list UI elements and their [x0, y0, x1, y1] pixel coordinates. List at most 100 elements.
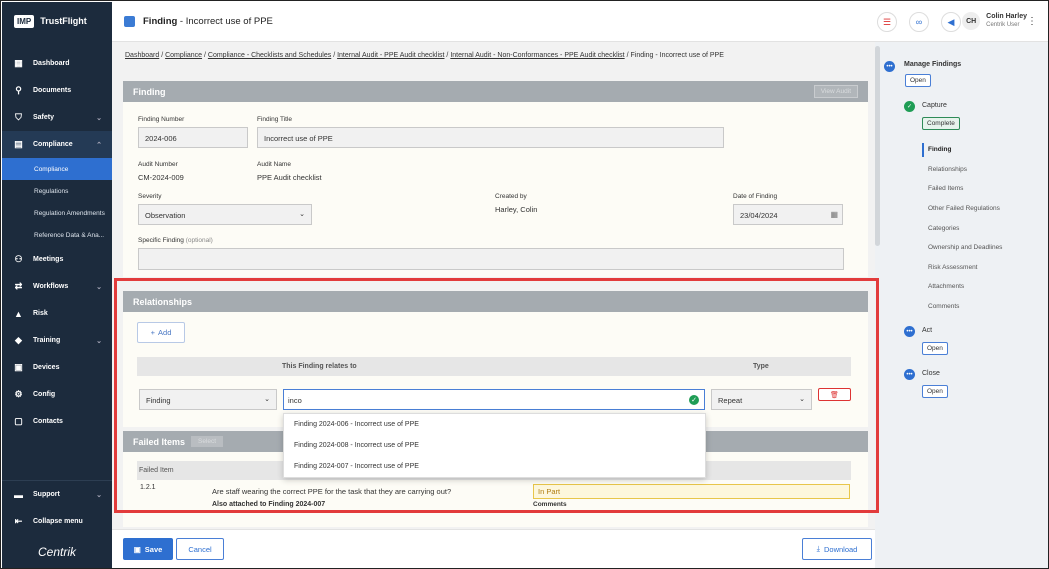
nav-item-dashboard[interactable]: ▦ Dashboard [2, 50, 112, 77]
dropdown-option[interactable]: Finding 2024-007 - Incorrect use of PPE [284, 456, 705, 477]
user-menu[interactable]: CH Colin Harley Centrik User [962, 12, 1027, 30]
select-button[interactable]: Select [191, 436, 224, 447]
nav-item-safety[interactable]: ⛉ Safety ⌄ [2, 104, 112, 131]
save-button[interactable]: ▣ Save [123, 538, 173, 560]
more-vertical-icon[interactable]: ⋮ [1027, 16, 1037, 27]
finding-card: Finding View Audit Finding Number 2024-00… [123, 81, 868, 277]
finding-title-field[interactable]: Incorrect use of PPE [257, 127, 724, 148]
card-title: Relationships [133, 296, 193, 307]
support-icon: ▬ [14, 489, 23, 500]
save-label: Save [144, 544, 163, 554]
breadcrumb-nonconformances[interactable]: Internal Audit - Non-Conformances - PPE … [450, 52, 624, 59]
step-failed-items[interactable]: Failed Items [928, 185, 963, 192]
chevron-up-icon: ⌃ [96, 141, 102, 149]
list-icon[interactable]: ☰ [877, 12, 897, 32]
check-circle-icon: ✓ [689, 395, 699, 405]
step-attachments[interactable]: Attachments [928, 283, 964, 290]
breadcrumb-checklists[interactable]: Compliance - Checklists and Schedules [208, 52, 331, 59]
breadcrumb-audit[interactable]: Internal Audit - PPE Audit checklist [337, 52, 444, 59]
sub-item-reference-data[interactable]: Reference Data & Ana... [2, 224, 112, 246]
download-button[interactable]: ⤓ Download [802, 538, 872, 560]
relationships-header: Relationships [123, 291, 868, 312]
sub-item-regulations[interactable]: Regulations [2, 180, 112, 202]
nav-label: Collapse menu [33, 518, 83, 525]
page-title: Finding - Incorrect use of PPE [143, 16, 273, 27]
collapse-menu-button[interactable]: ⇤ Collapse menu [2, 508, 112, 535]
created-by-label: Created by [495, 193, 527, 200]
nav-item-meetings[interactable]: ⚇ Meetings [2, 246, 112, 273]
paperclip-icon: ⚲ [15, 85, 22, 95]
audit-number-label: Audit Number [138, 161, 178, 168]
user-name: Colin Harley [986, 13, 1027, 20]
megaphone-icon[interactable]: ◀ [941, 12, 961, 32]
breadcrumb-compliance[interactable]: Compliance [165, 52, 202, 59]
user-role: Centrik User [986, 22, 1020, 28]
chevron-down-icon: ⌄ [299, 211, 305, 218]
view-audit-button[interactable]: View Audit [813, 85, 858, 98]
sub-item-regulation-amendments[interactable]: Regulation Amendments [2, 202, 112, 224]
step-finding[interactable]: Finding [928, 146, 951, 153]
calendar-icon[interactable]: ▦ [830, 210, 838, 219]
nav-item-compliance[interactable]: ▤ Compliance ⌃ [2, 131, 112, 158]
manage-status-chip[interactable]: Open [905, 74, 931, 87]
brand[interactable]: IMP TrustFlight [2, 2, 112, 40]
chevron-down-icon: ⌄ [96, 283, 102, 291]
step-ownership-deadlines[interactable]: Ownership and Deadlines [928, 244, 1002, 251]
capture-status-chip[interactable]: Complete [922, 117, 960, 130]
link-icon[interactable]: ∞ [909, 12, 929, 32]
step-comments[interactable]: Comments [928, 303, 959, 310]
severity-select[interactable]: Observation ⌄ [138, 204, 312, 225]
finding-card-header: Finding View Audit [123, 81, 868, 102]
date-value: 23/04/2024 [740, 211, 778, 220]
col-relates-to: This Finding relates to [282, 363, 357, 370]
nav-item-risk[interactable]: ▲ Risk [2, 300, 112, 327]
step-risk-assessment[interactable]: Risk Assessment [928, 264, 978, 271]
sub-item-compliance[interactable]: Compliance [2, 158, 112, 180]
nav-label: Workflows [33, 283, 69, 290]
finding-icon [124, 16, 135, 27]
relation-search-input[interactable]: inco ✓ [283, 389, 705, 410]
cancel-button[interactable]: Cancel [176, 538, 224, 560]
severity-label: Severity [138, 193, 162, 200]
shield-icon: ⛉ [15, 112, 22, 122]
nav-label: Compliance [33, 141, 73, 148]
close-status-chip[interactable]: Open [922, 385, 948, 398]
nav-item-devices[interactable]: ▣ Devices [2, 354, 112, 381]
capture-step-title: Capture [922, 102, 947, 109]
card-title: Failed Items [133, 436, 186, 447]
relation-kind-select[interactable]: Finding ⌄ [139, 389, 277, 410]
brand-name: TrustFlight [40, 16, 87, 26]
nav-item-support[interactable]: ▬ Support ⌄ [2, 481, 112, 508]
relation-kind-value: Finding [146, 396, 171, 405]
nav-item-documents[interactable]: ⚲ Documents [2, 77, 112, 104]
add-relationship-button[interactable]: + Add [137, 322, 185, 343]
nav-item-training[interactable]: ◆ Training ⌄ [2, 327, 112, 354]
nav-label: Contacts [33, 418, 63, 425]
scrollbar[interactable] [875, 46, 880, 246]
breadcrumb-dashboard[interactable]: Dashboard [125, 52, 159, 59]
plus-icon: + [150, 328, 156, 337]
act-status-chip[interactable]: Open [922, 342, 948, 355]
optional-hint: (optional) [185, 237, 213, 244]
dropdown-option[interactable]: Finding 2024-006 - Incorrect use of PPE [284, 414, 705, 435]
specific-finding-textarea[interactable] [138, 248, 844, 270]
nav-item-workflows[interactable]: ⇄ Workflows ⌄ [2, 273, 112, 300]
nav-label: Meetings [33, 256, 64, 263]
relation-type-select[interactable]: Repeat ⌄ [711, 389, 812, 410]
step-other-failed-regulations[interactable]: Other Failed Regulations [928, 205, 1000, 212]
failed-item-question: Are staff wearing the correct PPE for th… [212, 487, 452, 496]
chevron-down-icon: ⌄ [264, 396, 270, 403]
step-categories[interactable]: Categories [928, 225, 959, 232]
nav-label: Dashboard [33, 60, 70, 67]
nav-item-config[interactable]: ⚙ Config [2, 381, 112, 408]
download-icon: ⤓ [816, 544, 820, 553]
save-icon: ▣ [133, 544, 141, 554]
nav-item-contacts[interactable]: ▢ Contacts [2, 408, 112, 435]
date-field[interactable]: 23/04/2024 ▦ [733, 204, 843, 225]
col-type: Type [753, 363, 769, 370]
step-relationships[interactable]: Relationships [928, 166, 967, 173]
dropdown-option[interactable]: Finding 2024-008 - Incorrect use of PPE [284, 435, 705, 456]
delete-relationship-button[interactable]: 🗑 [818, 388, 851, 401]
breadcrumb-current: Finding - Incorrect use of PPE [630, 52, 724, 59]
relation-search-dropdown: Finding 2024-006 - Incorrect use of PPE … [283, 413, 706, 478]
